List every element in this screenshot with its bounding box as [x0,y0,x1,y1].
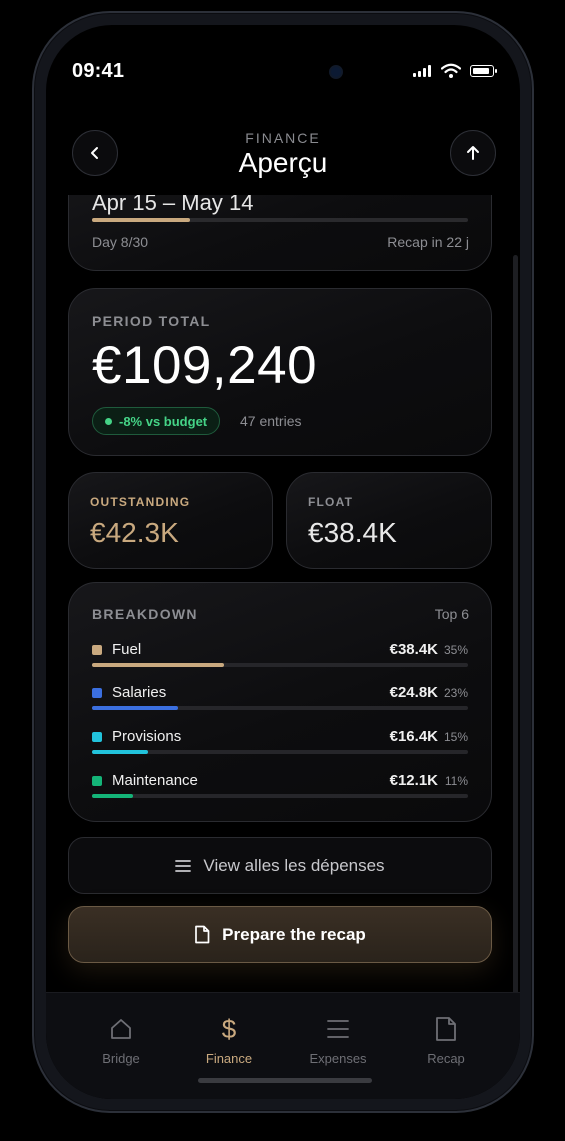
period-day: Day 8/30 [92,234,149,250]
breakdown-pct: 35% [443,643,468,657]
breakdown-bar-fill [92,794,134,798]
home-icon [111,1019,131,1039]
breakdown-bar-fill [92,663,224,667]
budget-delta-badge: -8% vs budget [92,407,221,435]
battery-icon [470,65,497,77]
breakdown-row[interactable]: Provisions €16.4K 15% [92,728,468,768]
breakdown-bar-fill [92,706,179,710]
tab-bridge[interactable]: Bridge [71,1015,171,1066]
tab-bridge-label: Bridge [102,1051,140,1066]
document-icon [195,925,210,944]
entries-count: 47 entries [240,413,302,429]
wifi-icon [441,63,461,78]
signal-icon [413,65,431,77]
breakdown-top: Top 6 [434,606,469,622]
legend-swatch [92,688,102,698]
page-title: Aperçu [238,147,328,178]
period-progress [92,218,468,222]
page-kicker: FINANCE [245,130,321,146]
float-value: €38.4K [308,517,397,548]
arrow-up-icon [467,146,479,160]
breakdown-card: BREAKDOWN Top 6 Fuel €38.4K 35% Salaries… [68,582,492,822]
list-icon [327,1020,349,1038]
screen: 09:41 Apr 15 – May 14 Day 8/30 Recap in … [46,25,520,1099]
outstanding-value: €42.3K [90,517,179,548]
float-card[interactable]: FLOAT €38.4K [286,472,492,569]
outstanding-label: OUTSTANDING [90,495,191,509]
period-recap: Recap in 22 j [387,234,469,250]
tab-finance[interactable]: $ Finance [179,1013,279,1067]
total-card: PERIOD TOTAL €109,240 -8% vs budget 47 e… [68,288,492,456]
breakdown-name: Maintenance [112,772,198,789]
breakdown-row[interactable]: Fuel €38.4K 35% [92,641,468,681]
home-indicator [198,1078,372,1083]
top-bar: FINANCE Aperçu [46,105,520,195]
total-value: €109,240 [92,336,318,395]
breakdown-amount: €24.8K [389,684,438,701]
tab-finance-label: Finance [205,1051,253,1066]
breakdown-bar [92,794,468,798]
breakdown-bar [92,663,468,667]
tab-expenses-label: Expenses [309,1051,367,1066]
breakdown-pct: 11% [444,774,468,788]
view-all-label: View alles les dépenses [203,855,385,875]
legend-swatch [92,776,102,786]
period-progress-fill [92,218,190,222]
float-label: FLOAT [308,495,354,509]
share-button[interactable] [450,130,496,176]
breakdown-bar [92,706,468,710]
breakdown-name: Fuel [112,641,142,658]
breakdown-amount: €38.4K [389,641,438,658]
period-card: Apr 15 – May 14 Day 8/30 Recap in 22 j [68,195,492,271]
period-range: Apr 15 – May 14 [92,195,254,215]
breakdown-pct: 15% [443,730,468,744]
list-icon [175,859,192,872]
status-time: 09:41 [72,60,125,82]
camera-icon [329,65,343,79]
status-dot-icon [105,417,112,425]
breakdown-pct: 23% [443,686,468,700]
scroll-content[interactable]: Apr 15 – May 14 Day 8/30 Recap in 22 j P… [46,195,520,995]
legend-swatch [92,732,102,742]
dollar-icon: $ [221,1013,237,1044]
total-label: PERIOD TOTAL [92,313,211,329]
breakdown-bar [92,750,468,754]
tab-recap[interactable]: Recap [396,1015,496,1066]
breakdown-label: BREAKDOWN [92,606,198,622]
legend-swatch [92,645,102,655]
budget-delta-text: -8% vs budget [119,413,208,429]
phone-frame: 09:41 Apr 15 – May 14 Day 8/30 Recap in … [32,11,534,1113]
breakdown-bar-fill [92,750,149,754]
status-bar: 09:41 [46,25,520,105]
prepare-recap-button[interactable]: Prepare the recap [68,906,492,963]
breakdown-row[interactable]: Maintenance €12.1K 11% [92,772,468,812]
document-icon [436,1017,456,1041]
tab-expenses[interactable]: Expenses [288,1015,388,1066]
prepare-recap-label: Prepare the recap [222,924,366,944]
outstanding-card[interactable]: OUTSTANDING €42.3K [68,472,273,569]
breakdown-row[interactable]: Salaries €24.8K 23% [92,684,468,724]
view-all-expenses-button[interactable]: View alles les dépenses [68,837,492,894]
tab-recap-label: Recap [427,1051,465,1066]
tab-bar: Bridge $ Finance Expenses Recap [46,992,520,1099]
scrollbar[interactable] [513,255,518,1005]
breakdown-name: Provisions [112,728,182,745]
breakdown-name: Salaries [112,684,167,701]
breakdown-amount: €16.4K [389,728,438,745]
breakdown-amount: €12.1K [389,772,438,789]
